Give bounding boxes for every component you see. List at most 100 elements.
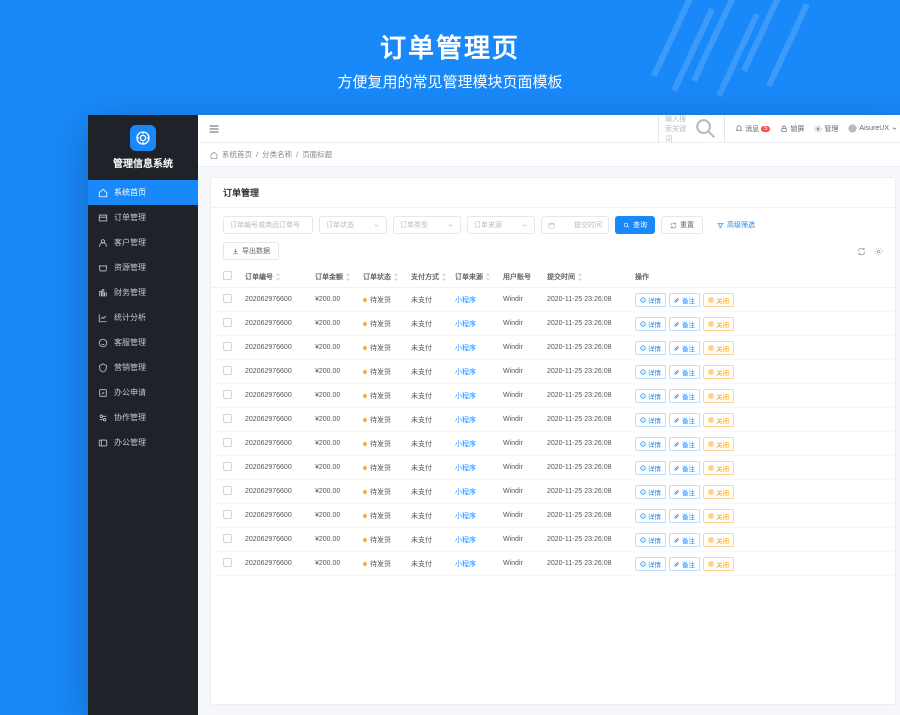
search-button[interactable]: 查询	[615, 216, 655, 234]
nav-item[interactable]: 客服管理	[88, 330, 198, 355]
detail-button[interactable]: 详情	[635, 461, 666, 475]
detail-button[interactable]: 详情	[635, 557, 666, 571]
detail-button[interactable]: 详情	[635, 509, 666, 523]
cell-source[interactable]: 小程序	[455, 511, 503, 521]
note-button[interactable]: 备注	[669, 461, 700, 475]
cell-source[interactable]: 小程序	[455, 415, 503, 425]
sort-icon[interactable]	[485, 273, 491, 281]
row-checkbox[interactable]	[223, 462, 232, 471]
row-checkbox[interactable]	[223, 294, 232, 303]
row-checkbox[interactable]	[223, 318, 232, 327]
note-button[interactable]: 备注	[669, 557, 700, 571]
nav-item[interactable]: 统计分析	[88, 305, 198, 330]
close-button[interactable]: 关闭	[703, 485, 734, 499]
close-button[interactable]: 关闭	[703, 461, 734, 475]
nav-item[interactable]: 财务管理	[88, 280, 198, 305]
close-button[interactable]: 关闭	[703, 365, 734, 379]
cell-source[interactable]: 小程序	[455, 343, 503, 353]
detail-button[interactable]: 详情	[635, 341, 666, 355]
sort-icon[interactable]	[577, 273, 583, 281]
note-button[interactable]: 备注	[669, 437, 700, 451]
filter-time[interactable]: 提交时间	[541, 216, 609, 234]
close-button[interactable]: 关闭	[703, 389, 734, 403]
sort-icon[interactable]	[275, 273, 281, 281]
menu-toggle-icon[interactable]	[208, 123, 220, 135]
close-button[interactable]: 关闭	[703, 533, 734, 547]
cell-source[interactable]: 小程序	[455, 319, 503, 329]
sort-icon[interactable]	[393, 273, 399, 281]
nav-item[interactable]: 办公申请	[88, 380, 198, 405]
row-checkbox[interactable]	[223, 486, 232, 495]
row-checkbox[interactable]	[223, 390, 232, 399]
sort-icon[interactable]	[345, 273, 351, 281]
cell-source[interactable]: 小程序	[455, 439, 503, 449]
nav-item[interactable]: 办公管理	[88, 430, 198, 455]
nav-item[interactable]: 协作管理	[88, 405, 198, 430]
close-button[interactable]: 关闭	[703, 413, 734, 427]
filter-status[interactable]: 订单状态	[319, 216, 387, 234]
cell-source[interactable]: 小程序	[455, 367, 503, 377]
close-button[interactable]: 关闭	[703, 341, 734, 355]
cell-source[interactable]: 小程序	[455, 463, 503, 473]
breadcrumb-item[interactable]: 系统首页	[222, 149, 252, 160]
breadcrumb-item[interactable]: 分类名称	[262, 149, 292, 160]
note-button[interactable]: 备注	[669, 485, 700, 499]
filter-icon	[717, 222, 724, 229]
note-button[interactable]: 备注	[669, 389, 700, 403]
cell-source[interactable]: 小程序	[455, 535, 503, 545]
filter-type[interactable]: 订单类型	[393, 216, 461, 234]
nav-item[interactable]: 订单管理	[88, 205, 198, 230]
row-checkbox[interactable]	[223, 342, 232, 351]
detail-button[interactable]: 详情	[635, 413, 666, 427]
detail-button[interactable]: 详情	[635, 485, 666, 499]
nav-item[interactable]: 客户管理	[88, 230, 198, 255]
close-button[interactable]: 关闭	[703, 293, 734, 307]
note-button[interactable]: 备注	[669, 533, 700, 547]
note-button[interactable]: 备注	[669, 293, 700, 307]
detail-button[interactable]: 详情	[635, 533, 666, 547]
nav-item[interactable]: 资源管理	[88, 255, 198, 280]
sort-icon[interactable]	[441, 273, 447, 281]
export-button[interactable]: 导出数据	[223, 242, 279, 260]
filter-order-no[interactable]: 订单编号或商品订单号	[223, 216, 313, 234]
reset-button[interactable]: 重置	[661, 216, 703, 234]
topbar-lock[interactable]: 锁屏	[780, 124, 804, 134]
nav-item[interactable]: 系统首页	[88, 180, 198, 205]
row-checkbox[interactable]	[223, 414, 232, 423]
row-checkbox[interactable]	[223, 534, 232, 543]
row-checkbox[interactable]	[223, 438, 232, 447]
detail-button[interactable]: 详情	[635, 389, 666, 403]
filter-source[interactable]: 订单来源	[467, 216, 535, 234]
close-button[interactable]: 关闭	[703, 437, 734, 451]
settings-icon[interactable]	[874, 247, 883, 256]
close-button[interactable]: 关闭	[703, 509, 734, 523]
cell-payment: 未支付	[411, 559, 455, 569]
detail-button[interactable]: 详情	[635, 365, 666, 379]
row-checkbox[interactable]	[223, 558, 232, 567]
row-checkbox[interactable]	[223, 510, 232, 519]
topbar-admin[interactable]: 管理	[814, 124, 838, 134]
topbar-user[interactable]: AisureUX	[848, 124, 898, 133]
select-all-checkbox[interactable]	[223, 271, 232, 280]
advanced-filter-button[interactable]: 高级筛选	[709, 216, 763, 234]
row-checkbox[interactable]	[223, 366, 232, 375]
cell-source[interactable]: 小程序	[455, 391, 503, 401]
note-button[interactable]: 备注	[669, 341, 700, 355]
close-button[interactable]: 关闭	[703, 557, 734, 571]
cell-source[interactable]: 小程序	[455, 295, 503, 305]
nav-item[interactable]: 营销管理	[88, 355, 198, 380]
topbar-messages[interactable]: 消息 5	[735, 124, 770, 134]
note-button[interactable]: 备注	[669, 365, 700, 379]
cell-source[interactable]: 小程序	[455, 487, 503, 497]
detail-button[interactable]: 详情	[635, 293, 666, 307]
note-button[interactable]: 备注	[669, 413, 700, 427]
note-button[interactable]: 备注	[669, 317, 700, 331]
detail-button[interactable]: 详情	[635, 317, 666, 331]
edit-icon	[674, 417, 680, 423]
topbar-search[interactable]: 输入搜索关键词	[658, 115, 725, 147]
close-button[interactable]: 关闭	[703, 317, 734, 331]
detail-button[interactable]: 详情	[635, 437, 666, 451]
cell-source[interactable]: 小程序	[455, 559, 503, 569]
note-button[interactable]: 备注	[669, 509, 700, 523]
refresh-icon[interactable]	[857, 247, 866, 256]
